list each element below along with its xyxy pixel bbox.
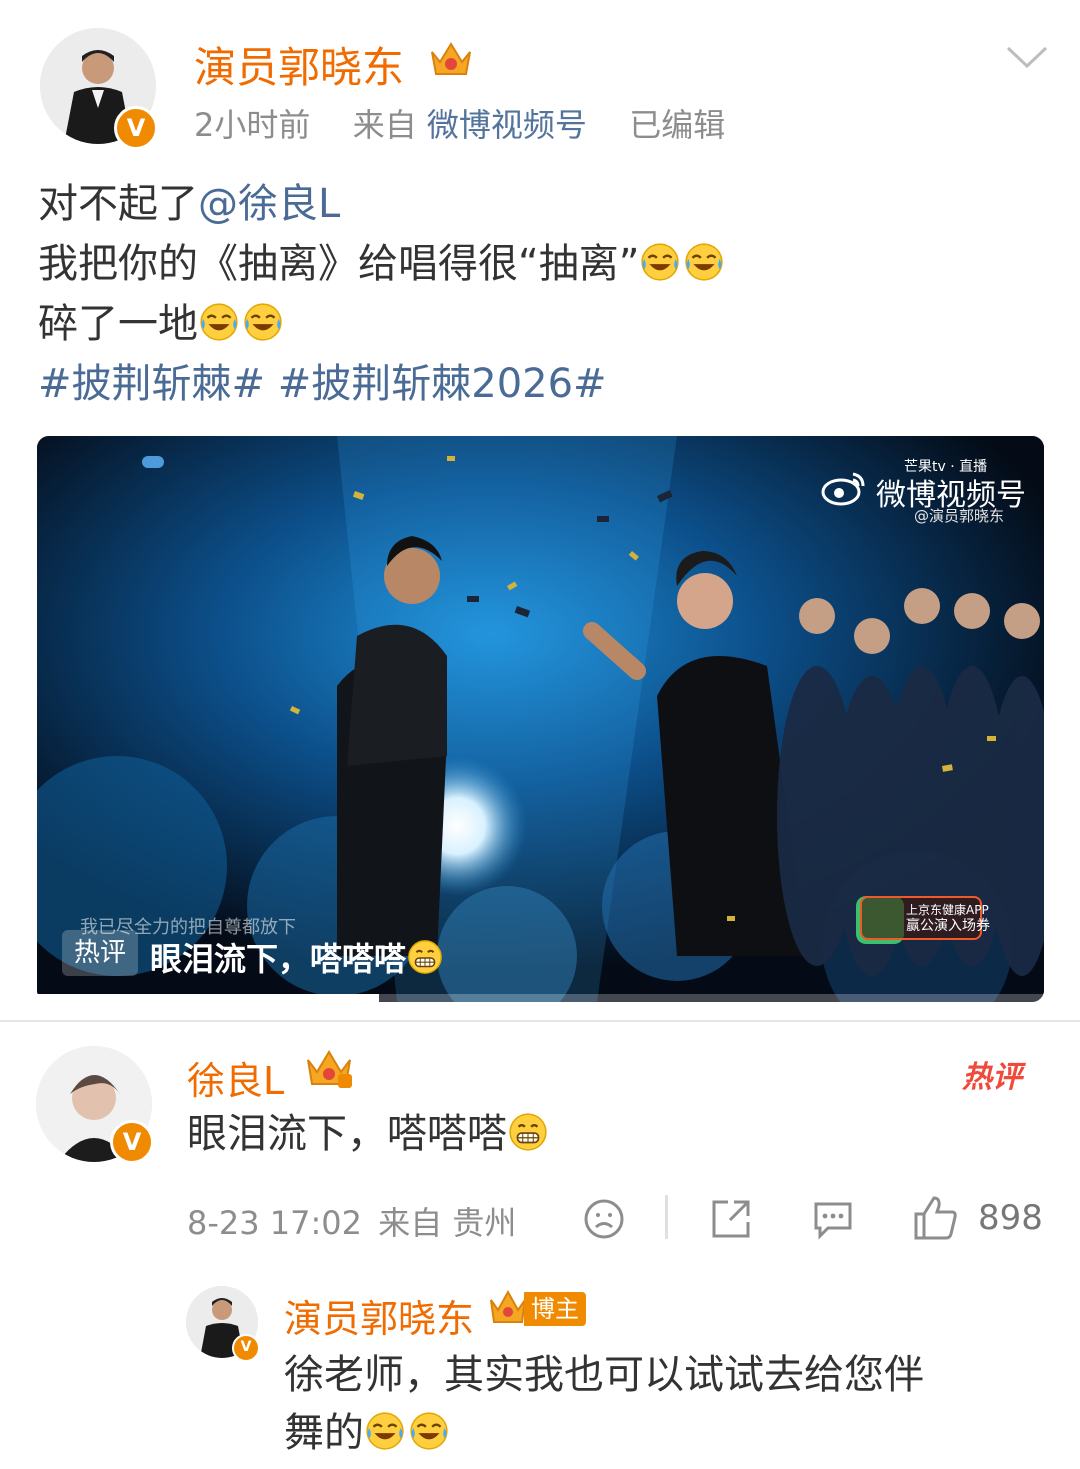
reply-line-2: 舞的 — [284, 1404, 452, 1462]
blogger-tag: 博主 — [524, 1292, 586, 1326]
grin-emoji-icon — [406, 938, 444, 976]
comment-icon[interactable] — [810, 1196, 856, 1242]
section-divider — [0, 1020, 1080, 1022]
video-progress-fill — [37, 994, 380, 1002]
verified-badge-icon: V — [232, 1334, 260, 1362]
commenter-name[interactable]: 徐良L — [187, 1050, 284, 1105]
laugh-cry-emoji-icon — [242, 301, 284, 343]
hashtag-link[interactable]: #披荆斩棘# — [38, 361, 265, 407]
action-separator — [665, 1195, 668, 1239]
verified-badge-icon: V — [114, 106, 158, 150]
laugh-cry-emoji-icon — [198, 301, 240, 343]
reply-line-1: 徐老师，其实我也可以试试去给您伴 — [284, 1352, 924, 1398]
reply-author-name[interactable]: 演员郭晓东 — [284, 1288, 474, 1343]
post-line-1: 对不起了@徐良L — [38, 174, 340, 234]
post-line-1-text: 对不起了 — [38, 181, 198, 227]
video-hot-comment-text: 眼泪流下，嗒嗒嗒 — [150, 940, 407, 978]
post-meta: 2小时前 来自 微博视频号 已编辑 — [194, 100, 725, 146]
laugh-cry-emoji-icon — [408, 1410, 450, 1452]
sponsor-line-1: 上京东健康APP — [906, 903, 989, 917]
laugh-cry-emoji-icon — [364, 1410, 406, 1452]
reply-line-2-text: 舞的 — [284, 1410, 364, 1456]
comment-location: 贵州 — [452, 1204, 517, 1242]
video-hot-comment: 眼泪流下，嗒嗒嗒 — [150, 934, 446, 980]
like-count: 898 — [978, 1198, 1043, 1238]
hot-comment-mark: 热评 — [962, 1060, 1022, 1095]
comment-meta: 8-23 17:02 来自 贵州 — [187, 1198, 516, 1244]
comment-from-label: 来自 — [378, 1204, 443, 1242]
mention-link[interactable]: @徐良L — [198, 181, 340, 227]
comment-text: 眼泪流下，嗒嗒嗒 — [187, 1105, 551, 1163]
laugh-cry-emoji-icon — [683, 241, 725, 283]
post-line-2: 我把你的《抽离》给唱得很“抽离” — [38, 234, 727, 294]
post-from-label: 来自 — [352, 106, 417, 144]
crown-member-icon — [431, 42, 471, 75]
grin-emoji-icon — [507, 1111, 549, 1153]
dislike-icon[interactable] — [582, 1197, 626, 1241]
video-watermark-user: @演员郭晓东 — [914, 507, 1005, 525]
crown-member-icon — [490, 1289, 526, 1323]
verified-badge-icon: V — [110, 1120, 154, 1164]
hashtag-link[interactable]: #披荆斩棘2026# — [278, 361, 607, 407]
weibo-logo-icon — [821, 472, 865, 506]
comment-text-body: 眼泪流下，嗒嗒嗒 — [187, 1111, 507, 1157]
share-icon[interactable] — [708, 1196, 754, 1242]
post-source-link[interactable]: 微博视频号 — [427, 106, 587, 144]
post-edited-label: 已编辑 — [629, 106, 726, 144]
post-line-3-text: 碎了一地 — [38, 301, 198, 347]
post-hashtags: #披荆斩棘# #披荆斩棘2026# — [38, 354, 607, 414]
sponsor-banner[interactable]: 上京东健康APP 赢公演入场券 — [860, 896, 990, 940]
video-progress-bar[interactable] — [37, 994, 1044, 1002]
post-author-name[interactable]: 演员郭晓东 — [194, 34, 404, 95]
laugh-cry-emoji-icon — [639, 241, 681, 283]
crown-member-icon — [307, 1050, 352, 1088]
sponsor-line-2: 赢公演入场券 — [906, 918, 990, 934]
post-line-3: 碎了一地 — [38, 294, 286, 354]
chevron-down-icon[interactable] — [1004, 44, 1050, 72]
video-hot-comment-tag: 热评 — [62, 930, 138, 976]
like-icon[interactable] — [912, 1194, 958, 1242]
post-line-2-text: 我把你的《抽离》给唱得很“抽离” — [38, 241, 640, 287]
comment-date: 8-23 17:02 — [187, 1204, 363, 1242]
post-time: 2小时前 — [194, 106, 311, 144]
